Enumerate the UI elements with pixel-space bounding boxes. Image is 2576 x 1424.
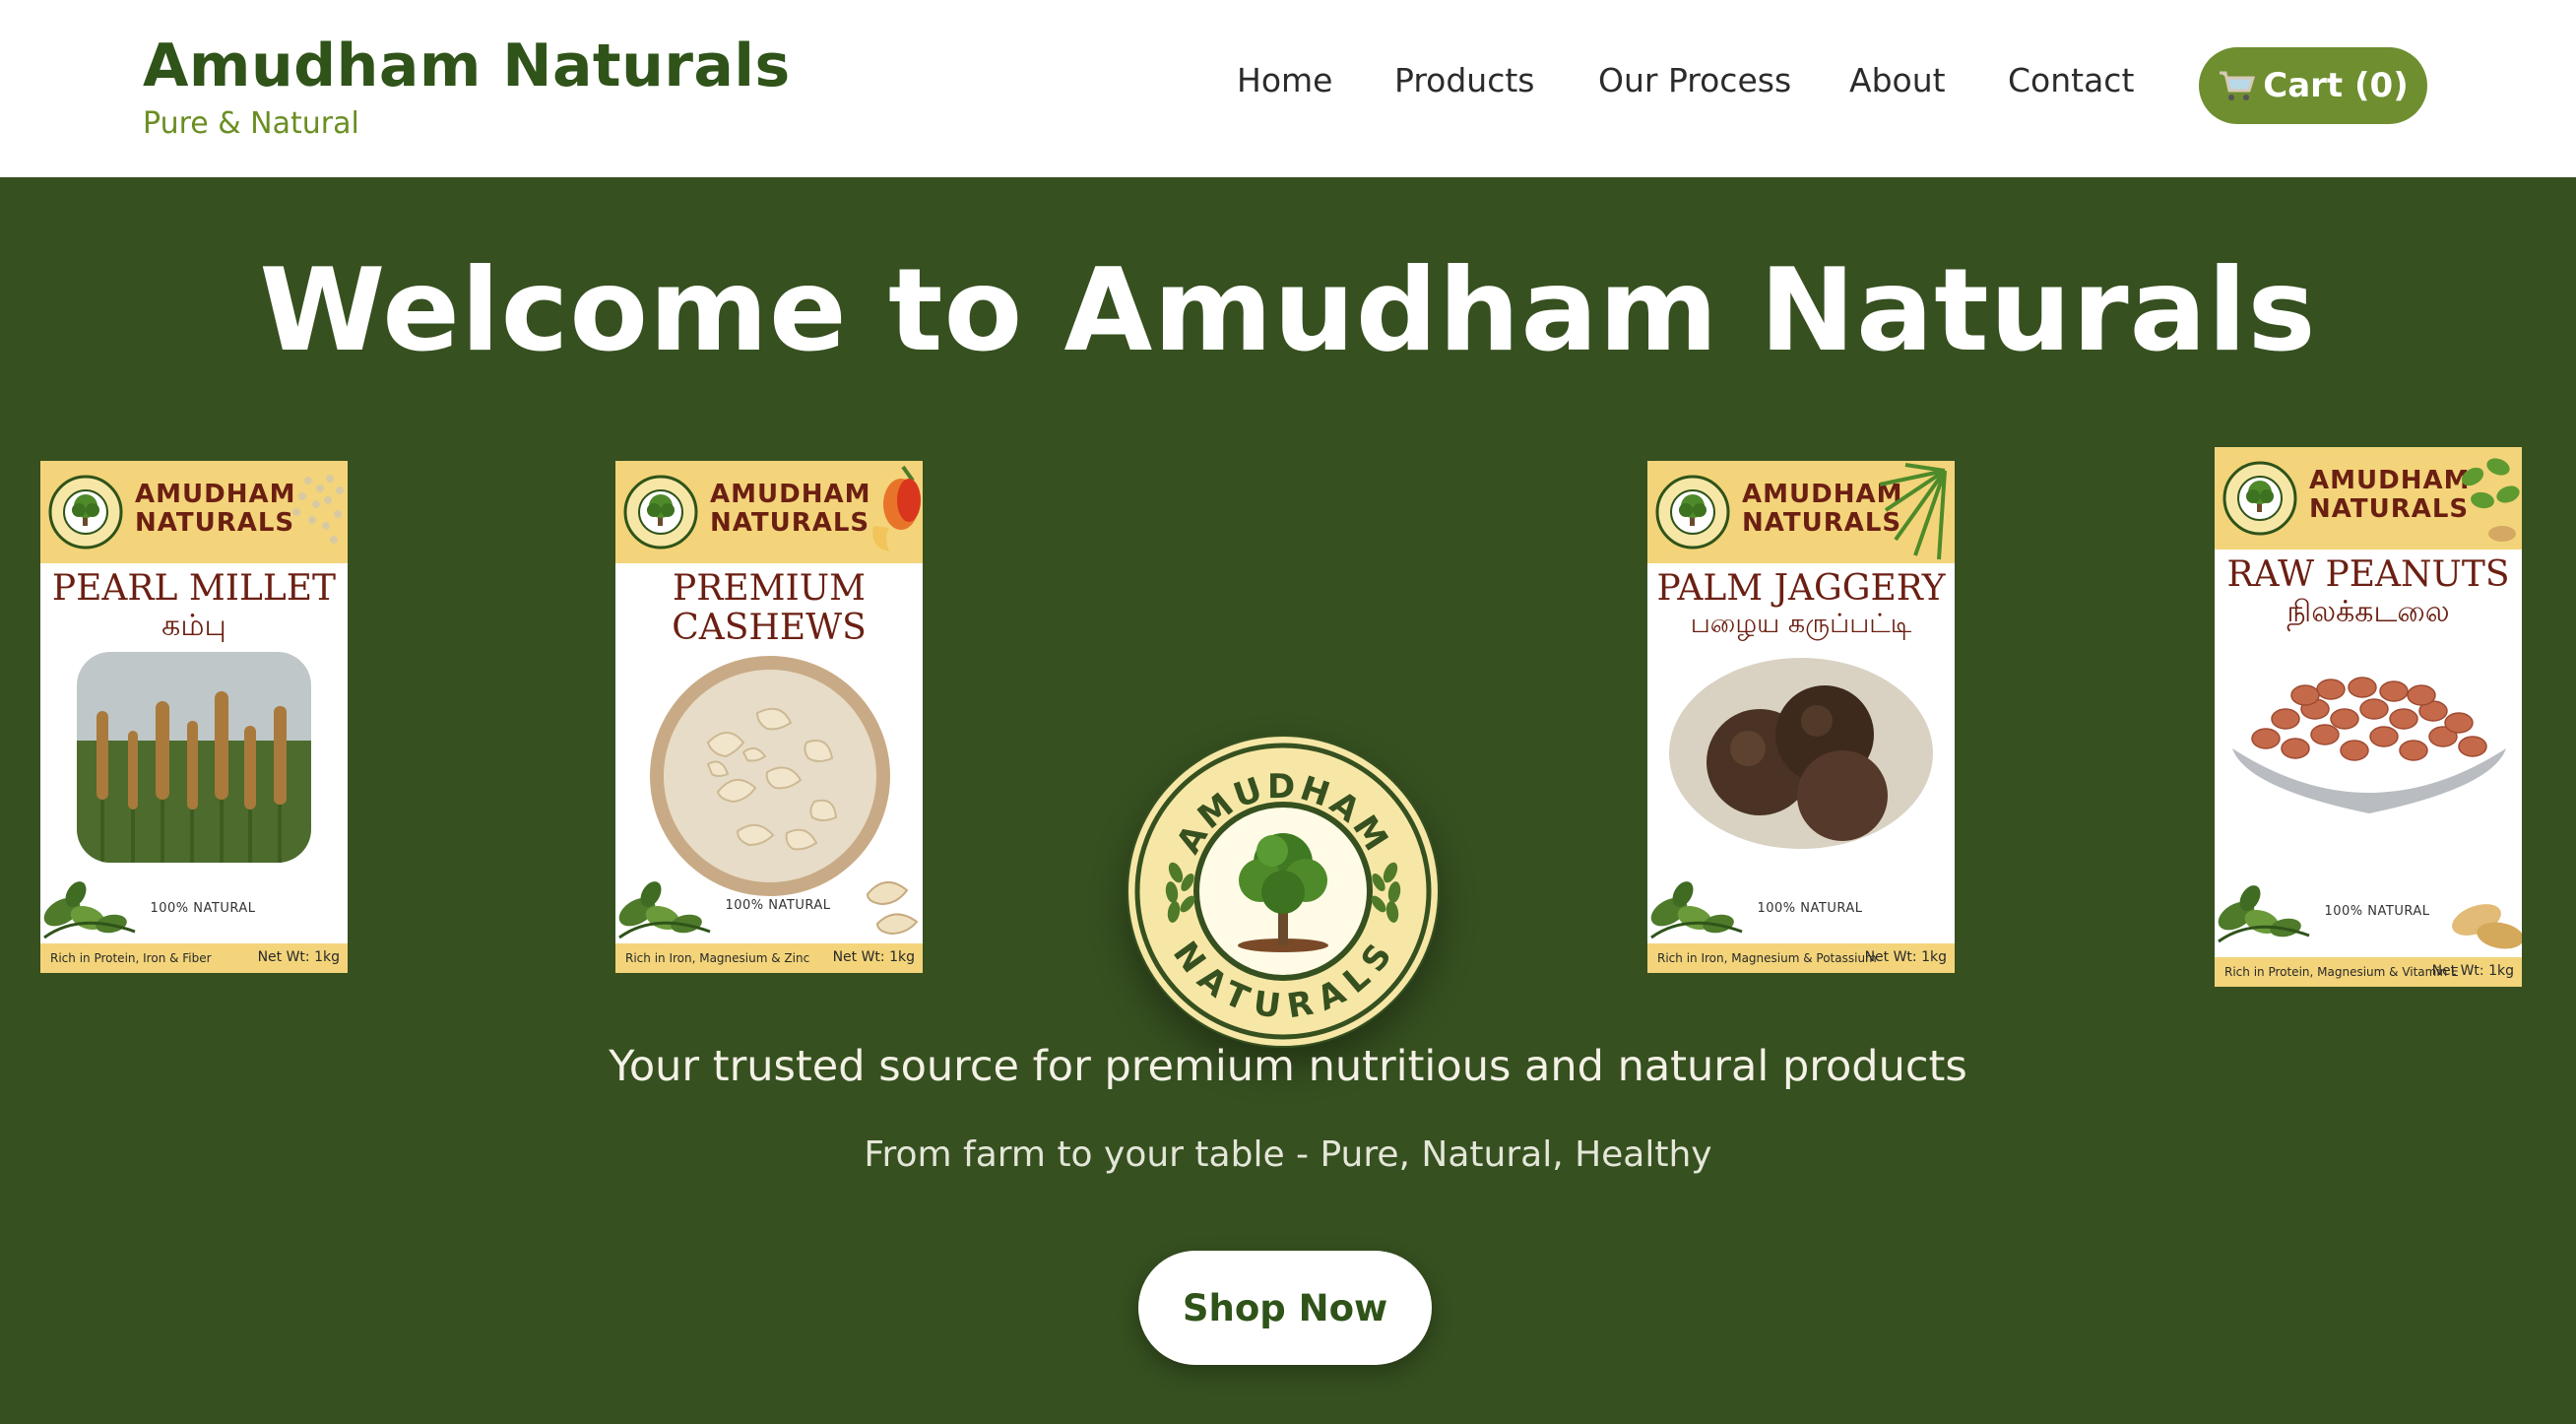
shop-now-button[interactable]: Shop Now bbox=[1138, 1251, 1432, 1365]
card-footer: Rich in Iron, Magnesium & Potassium Net … bbox=[1647, 943, 1955, 973]
amudham-naturals-emblem: AMUDHAM NATURALS bbox=[1128, 737, 1438, 1046]
nav-contact[interactable]: Contact bbox=[2008, 61, 2134, 99]
card-footer: Rich in Protein, Magnesium & Vitamin E N… bbox=[2215, 957, 2522, 987]
nutrition-info: Rich in Iron, Magnesium & Potassium bbox=[1657, 951, 1877, 965]
product-name: PREMIUM bbox=[673, 568, 866, 609]
site-header: Amudham Naturals Pure & Natural Home Pro… bbox=[0, 0, 2576, 177]
product-card-pearl-millet[interactable]: AMUDHAM NATURALS PEARL MILLET கம்பு 100%… bbox=[40, 461, 348, 973]
cashew-fruit-icon bbox=[872, 465, 921, 551]
card-footer: Rich in Protein, Iron & Fiber Net Wt: 1k… bbox=[40, 943, 348, 973]
card-header: AMUDHAM NATURALS bbox=[40, 461, 348, 563]
card-header: AMUDHAM NATURALS bbox=[2215, 447, 2522, 550]
product-name-tamil: கம்பு bbox=[161, 609, 226, 643]
cart-button[interactable]: Cart (0) bbox=[2199, 47, 2427, 124]
card-footer: Rich in Iron, Magnesium & Zinc Net Wt: 1… bbox=[615, 943, 923, 973]
net-weight: Net Wt: 1kg bbox=[1864, 949, 1947, 965]
palm-jaggery-image bbox=[1669, 658, 1933, 849]
cart-label: Cart (0) bbox=[2263, 66, 2409, 105]
hero-tagline: Your trusted source for premium nutritio… bbox=[609, 1042, 1967, 1091]
card-header: AMUDHAM NATURALS bbox=[615, 461, 923, 563]
raw-peanuts-bowl-image bbox=[2232, 677, 2506, 813]
product-name: PEARL MILLET bbox=[51, 568, 337, 609]
net-weight: Net Wt: 1kg bbox=[2431, 963, 2514, 979]
product-name: RAW PEANUTS bbox=[2226, 554, 2510, 595]
pearl-millet-image bbox=[77, 652, 311, 863]
peanut-plant-icon bbox=[2461, 458, 2520, 542]
amudham-logo-icon bbox=[2222, 461, 2297, 536]
net-weight: Net Wt: 1kg bbox=[257, 949, 340, 965]
palm-leaf-icon bbox=[1879, 463, 1947, 560]
amudham-logo-icon bbox=[48, 475, 123, 550]
product-card-raw-peanuts[interactable]: AMUDHAM NATURALS RAW PEANUTS நிலக்கடலை 1… bbox=[2215, 447, 2522, 987]
hero-section: Welcome to Amudham Naturals AMUDHAM NATU… bbox=[0, 177, 2576, 1424]
nutrition-info: Rich in Protein, Iron & Fiber bbox=[50, 951, 212, 965]
product-name-line2: CASHEWS bbox=[672, 608, 867, 648]
product-name-tamil: நிலக்கடலை bbox=[2286, 595, 2450, 629]
hero-subtagline: From farm to your table - Pure, Natural,… bbox=[864, 1134, 1712, 1175]
nutrition-info: Rich in Iron, Magnesium & Zinc bbox=[625, 951, 810, 965]
amudham-logo-icon bbox=[1655, 475, 1730, 550]
natural-badge: 100% NATURAL bbox=[150, 901, 256, 916]
product-name: PALM JAGGERY bbox=[1656, 568, 1946, 609]
natural-badge: 100% NATURAL bbox=[725, 898, 831, 913]
main-nav: Home Products Our Process About Contact bbox=[0, 61, 2576, 120]
shopping-cart-icon bbox=[2220, 71, 2256, 100]
natural-badge: 100% NATURAL bbox=[1757, 901, 1863, 916]
natural-badge: 100% NATURAL bbox=[2324, 904, 2430, 919]
net-weight: Net Wt: 1kg bbox=[832, 949, 915, 965]
product-card-premium-cashews[interactable]: AMUDHAM NATURALS PREMIUM CASHEWS 100% NA… bbox=[615, 461, 923, 973]
nutrition-info: Rich in Protein, Magnesium & Vitamin E bbox=[2224, 965, 2459, 979]
amudham-logo-icon bbox=[623, 475, 698, 550]
product-name-tamil: பழைய கருப்பட்டி bbox=[1690, 609, 1912, 639]
nav-our-process[interactable]: Our Process bbox=[1598, 61, 1791, 99]
product-card-palm-jaggery[interactable]: AMUDHAM NATURALS PALM JAGGERY பழைய கருப்… bbox=[1647, 461, 1955, 973]
nav-products[interactable]: Products bbox=[1394, 61, 1535, 99]
card-header: AMUDHAM NATURALS bbox=[1647, 461, 1955, 563]
nav-home[interactable]: Home bbox=[1237, 61, 1332, 99]
hero-title: Welcome to Amudham Naturals bbox=[259, 244, 2317, 377]
millet-grain-icon bbox=[292, 475, 344, 544]
nav-about[interactable]: About bbox=[1849, 61, 1946, 99]
